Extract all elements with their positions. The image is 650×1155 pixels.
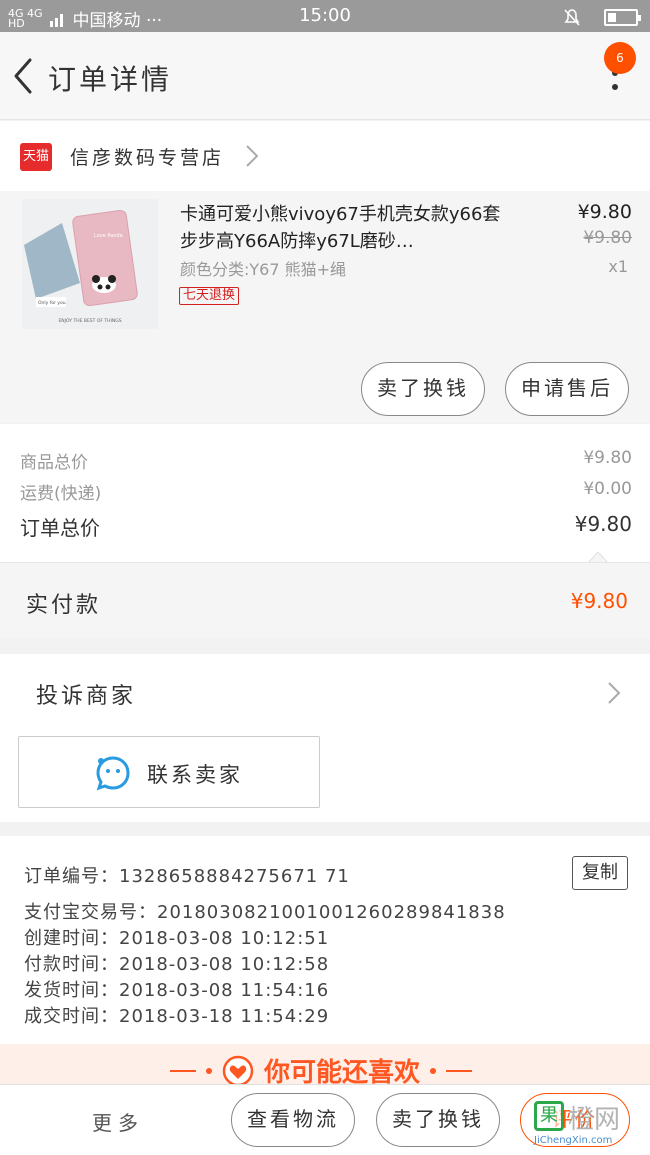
order-total-value: ¥9.80 [574,512,632,536]
page-title: 订单详情 [48,63,173,96]
status-bar: 4G 4G HD 中国移动 ··· 15:00 [0,0,650,32]
product-sku: 颜色分类:Y67 熊猫+绳 [180,260,347,279]
goods-total-label: 商品总价 [20,453,88,473]
goods-total-value: ¥9.80 [583,448,632,468]
more-menu-icon[interactable] [612,70,618,98]
copy-button[interactable]: 复制 [572,856,628,890]
return-policy-tag: 七天退换 [179,287,240,305]
after-sales-button[interactable]: 申请售后 [505,362,629,416]
completed-time: 成交时间：2018-03-18 11:54:29 [24,1006,330,1027]
shop-row[interactable]: 天猫 信彦数码专营店 [0,121,650,191]
notification-badge[interactable]: 6 [604,42,636,74]
image-caption: ENJOY THE BEST OF THINGS [58,318,121,324]
complaint-section: 投诉商家 联系卖家 [0,654,650,822]
actual-payment-value: ¥9.80 [570,589,628,613]
card-text: Only for you [38,300,66,306]
sell-for-cash-bottom-button[interactable]: 卖了换钱 [376,1093,500,1147]
order-total-row: 订单总价 ¥9.80 [20,512,632,541]
status-time: 15:00 [299,5,351,26]
recommend-label: 你可能还喜欢 [264,1058,421,1084]
battery-icon [604,8,641,26]
item-quantity: x1 [608,257,628,276]
shipped-time: 发货时间：2018-03-08 11:54:16 [24,980,330,1001]
sell-for-cash-button[interactable]: 卖了换钱 [361,362,485,416]
watermark-url: JiChengXin.com [534,1135,613,1146]
item-original-price: ¥9.80 [583,228,632,248]
product-title[interactable]: 卡通可爱小熊vivoy67手机壳女款y66套步步高Y66A防摔y67L磨砂… [180,201,510,255]
watermark-text: 橙网 [568,1105,621,1135]
product-thumbnail[interactable]: Love Panda Only for you ENJOY THE BEST O… [22,199,158,329]
bottom-action-bar: 更多 查看物流 卖了换钱 评价 果 橙网 JiChengXin.com [0,1084,650,1155]
product-image: Love Panda Only for you ENJOY THE BEST O… [22,199,158,329]
phone-case-text: Love Panda [94,233,123,239]
site-watermark: 果 橙网 JiChengXin.com [534,1099,646,1149]
order-item[interactable]: Love Panda Only for you ENJOY THE BEST O… [0,191,650,423]
status-right [562,7,641,27]
contact-seller-button[interactable]: 联系卖家 [18,736,320,808]
tmall-logo-icon: 天猫 [20,143,52,171]
chevron-right-icon[interactable] [606,680,622,706]
alipay-number: 支付宝交易号：2018030821001001260289841838 [24,902,506,923]
shipping-value: ¥0.00 [583,479,632,499]
view-logistics-button[interactable]: 查看物流 [231,1093,355,1147]
goods-total-row: 商品总价 ¥9.80 [20,448,632,473]
contact-seller-label: 联系卖家 [147,763,243,787]
nav-bar: 订单详情 6 [0,32,650,120]
more-actions-button[interactable]: 更多 [92,1107,144,1136]
complain-seller-link[interactable]: 投诉商家 [36,678,136,710]
actual-payment-row: 实付款 ¥9.80 [0,562,650,638]
item-price: ¥9.80 [577,201,632,223]
watermark-logo: 果 [534,1101,564,1131]
back-arrow-icon[interactable] [8,54,38,98]
order-number: 订单编号：1328658884275671 71 [24,866,350,887]
actual-payment-label: 实付款 [26,593,102,618]
shipping-row: 运费(快递) ¥0.00 [20,479,632,504]
recommend-header: 你可能还喜欢 [0,1044,650,1084]
chat-face-icon [96,756,130,791]
created-time: 创建时间：2018-03-08 10:12:51 [24,928,330,949]
price-summary: 商品总价 ¥9.80 运费(快递) ¥0.00 订单总价 ¥9.80 [0,424,650,563]
chevron-right-icon [246,145,259,167]
paid-time: 付款时间：2018-03-08 10:12:58 [24,954,330,975]
order-total-label: 订单总价 [20,516,100,540]
order-info: 订单编号：1328658884275671 71 复制 支付宝交易号：20180… [0,836,650,1044]
heart-icon [222,1055,254,1084]
shop-name[interactable]: 信彦数码专营店 [70,143,224,170]
shipping-label: 运费(快递) [20,484,102,504]
mute-bell-icon [564,9,580,26]
